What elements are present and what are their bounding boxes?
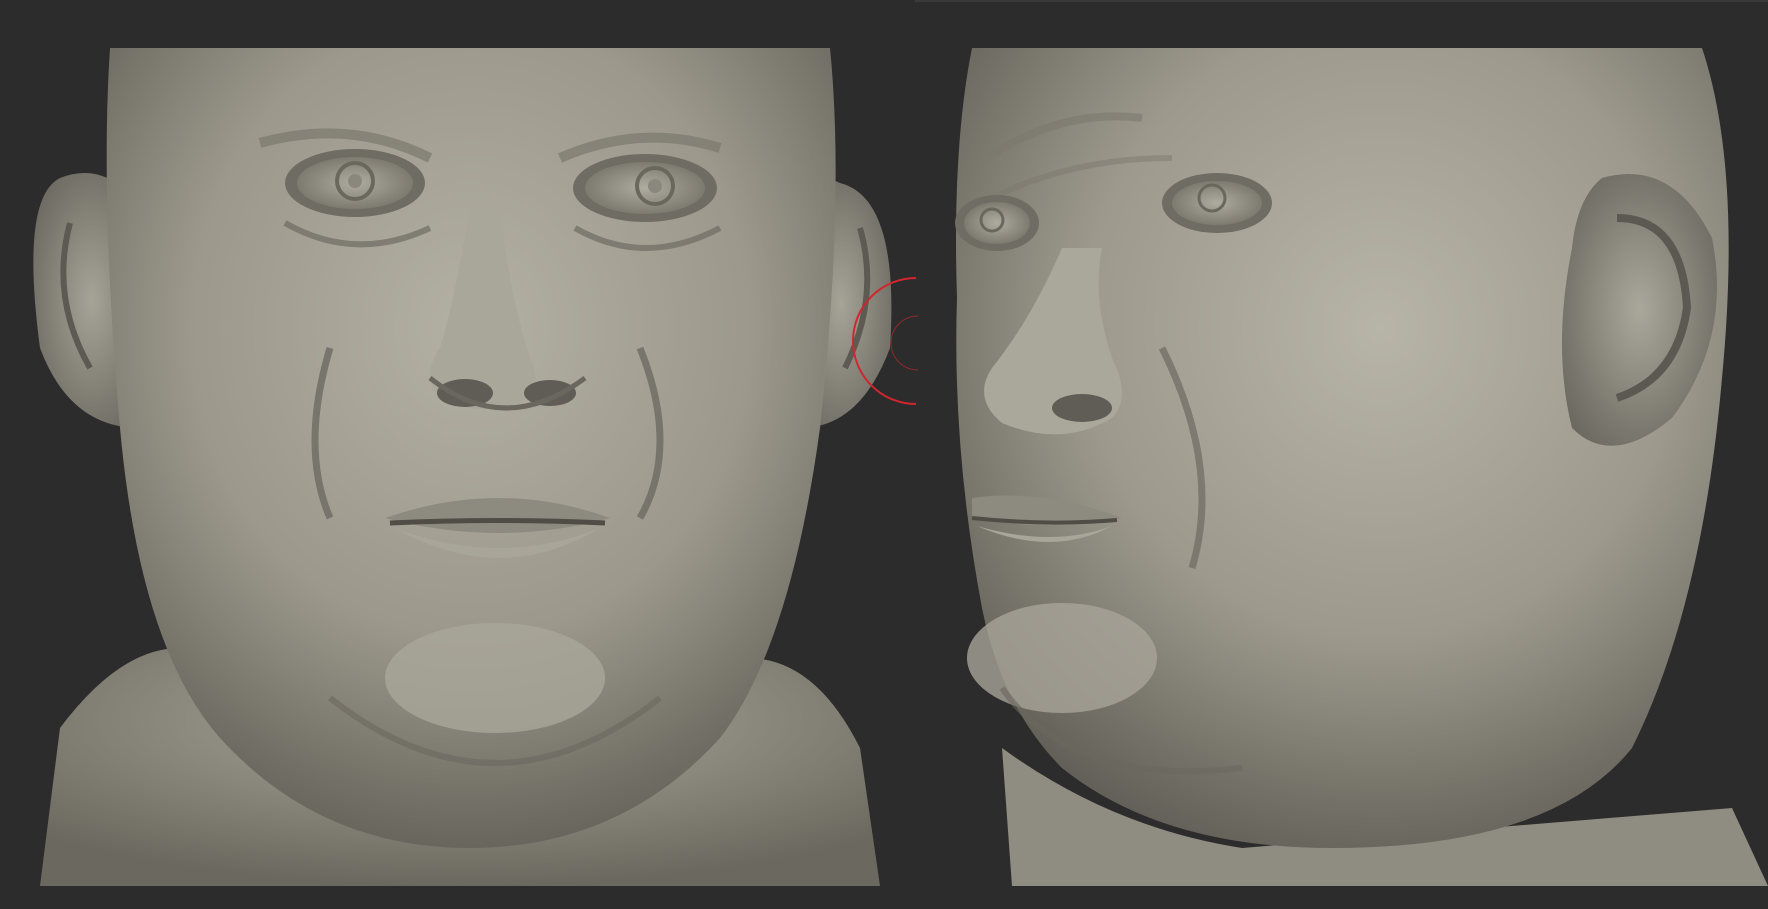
viewport-three-quarter[interactable] xyxy=(912,48,1768,886)
top-bar xyxy=(915,0,1768,2)
head-side-model[interactable] xyxy=(912,48,1768,886)
sculpt-canvas[interactable] xyxy=(0,0,1768,909)
head-front-model[interactable] xyxy=(0,48,912,886)
viewport-front[interactable] xyxy=(0,48,912,886)
